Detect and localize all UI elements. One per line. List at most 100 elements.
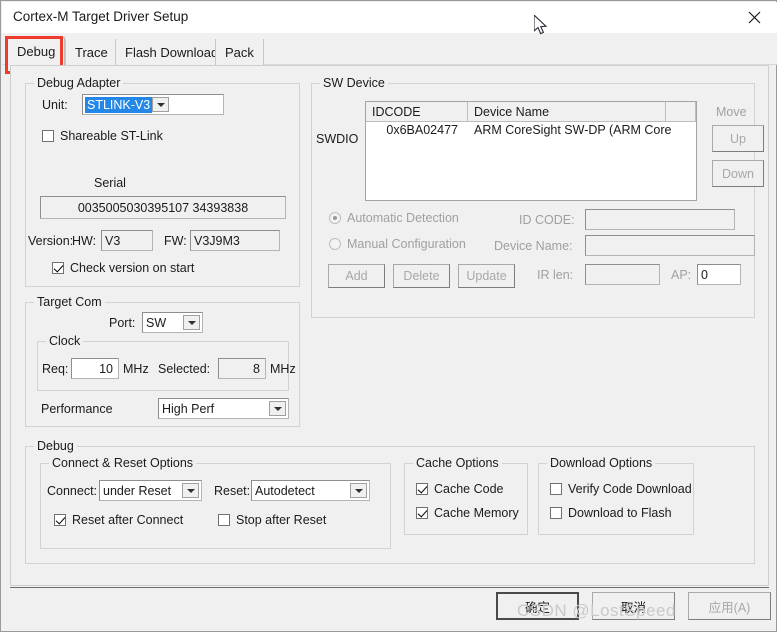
- close-icon[interactable]: [731, 2, 777, 32]
- port-label: Port:: [109, 316, 136, 330]
- device-name-field[interactable]: [585, 235, 755, 256]
- move-label: Move: [716, 105, 747, 119]
- sw-device-legend: SW Device: [320, 76, 388, 90]
- cache-code-label: Cache Code: [434, 482, 504, 496]
- connect-combobox[interactable]: under Reset: [99, 480, 202, 501]
- selected-clock-field: 8: [218, 358, 266, 379]
- column-header-device-name: Device Name: [468, 102, 666, 121]
- ir-len-label: IR len:: [537, 268, 574, 282]
- ir-len-field[interactable]: [585, 264, 660, 285]
- version-label: Version:: [28, 234, 74, 248]
- ok-button[interactable]: 确定: [496, 592, 579, 620]
- manual-configuration-radio[interactable]: Manual Configuration: [329, 237, 466, 251]
- connect-reset-legend: Connect & Reset Options: [49, 456, 197, 470]
- download-options-group: Download Options Verify Code Download Do…: [538, 456, 694, 535]
- reset-after-connect-checkbox-box: [54, 514, 66, 526]
- hw-version-field[interactable]: V3: [101, 230, 153, 251]
- chevron-down-icon[interactable]: [183, 315, 200, 330]
- table-row[interactable]: 0x6BA02477 ARM CoreSight SW-DP (ARM Core: [366, 123, 696, 143]
- debug-group-legend: Debug: [34, 439, 77, 453]
- port-value: SW: [146, 315, 167, 330]
- tab-content-debug: Debug Adapter Unit: STLINK-V3 Shareable …: [10, 65, 769, 586]
- update-button[interactable]: Update: [458, 264, 515, 288]
- chevron-down-icon[interactable]: [152, 97, 170, 112]
- move-up-button[interactable]: Up: [712, 125, 764, 152]
- cache-memory-checkbox[interactable]: Cache Memory: [416, 506, 519, 520]
- id-code-field[interactable]: [585, 209, 735, 230]
- shareable-stlink-checkbox-box: [42, 130, 54, 142]
- tab-trace[interactable]: Trace: [65, 39, 118, 65]
- performance-label: Performance: [41, 402, 113, 416]
- verify-code-download-checkbox[interactable]: Verify Code Download: [550, 482, 692, 496]
- performance-value: High Perf: [162, 401, 215, 416]
- delete-button[interactable]: Delete: [393, 264, 450, 288]
- automatic-detection-radio-dot: [329, 212, 341, 224]
- footer-divider: [10, 587, 769, 588]
- reset-after-connect-label: Reset after Connect: [72, 513, 184, 527]
- ap-field[interactable]: 0: [697, 264, 741, 285]
- stop-after-reset-label: Stop after Reset: [236, 513, 327, 527]
- check-version-on-start-label: Check version on start: [70, 261, 195, 275]
- tab-debug[interactable]: Debug: [7, 37, 66, 65]
- manual-configuration-label: Manual Configuration: [347, 237, 466, 251]
- chevron-down-icon[interactable]: [350, 483, 367, 498]
- column-header-idcode: IDCODE: [366, 102, 468, 121]
- reset-after-connect-checkbox[interactable]: Reset after Connect: [54, 513, 183, 527]
- shareable-stlink-checkbox[interactable]: Shareable ST-Link: [42, 129, 163, 143]
- fw-label: FW:: [164, 234, 187, 248]
- chevron-down-icon[interactable]: [269, 401, 286, 416]
- move-down-button[interactable]: Down: [712, 160, 764, 187]
- reset-label: Reset:: [214, 484, 251, 498]
- debug-group: Debug Connect & Reset Options Connect: u…: [25, 439, 755, 564]
- port-combobox[interactable]: SW: [142, 312, 203, 333]
- cancel-button[interactable]: 取消: [592, 592, 675, 620]
- download-to-flash-checkbox[interactable]: Download to Flash: [550, 506, 672, 520]
- unit-label: Unit:: [42, 98, 68, 112]
- download-to-flash-checkbox-box: [550, 507, 562, 519]
- cache-memory-label: Cache Memory: [434, 506, 519, 520]
- serial-label: Serial: [94, 176, 126, 190]
- fw-version-field[interactable]: V3J9M3: [190, 230, 280, 251]
- automatic-detection-radio[interactable]: Automatic Detection: [329, 211, 459, 225]
- clock-legend: Clock: [46, 334, 84, 348]
- add-button[interactable]: Add: [328, 264, 385, 288]
- chevron-down-icon[interactable]: [182, 483, 199, 498]
- serial-field[interactable]: 0035005030395107 34393838: [40, 196, 286, 219]
- selected-unit-label: MHz: [270, 362, 296, 376]
- manual-configuration-radio-dot: [329, 238, 341, 250]
- target-com-legend: Target Com: [34, 295, 105, 309]
- stop-after-reset-checkbox-box: [218, 514, 230, 526]
- check-version-on-start-checkbox-box: [52, 262, 64, 274]
- clock-group: Clock Req: 10 MHz Selected: 8 MHz: [37, 334, 296, 391]
- unit-combobox[interactable]: STLINK-V3: [82, 94, 224, 115]
- cache-code-checkbox-box: [416, 483, 428, 495]
- req-unit-label: MHz: [123, 362, 149, 376]
- performance-combobox[interactable]: High Perf: [158, 398, 289, 419]
- reset-value: Autodetect: [255, 483, 315, 498]
- req-clock-field[interactable]: 10: [71, 358, 119, 379]
- tab-flash-download[interactable]: Flash Download: [115, 39, 229, 65]
- check-version-on-start-checkbox[interactable]: Check version on start: [52, 261, 194, 275]
- debug-adapter-group: Debug Adapter Unit: STLINK-V3 Shareable …: [25, 76, 300, 287]
- shareable-stlink-label: Shareable ST-Link: [60, 129, 163, 143]
- stop-after-reset-checkbox[interactable]: Stop after Reset: [218, 513, 326, 527]
- apply-button[interactable]: 应用(A): [688, 592, 771, 620]
- req-label: Req:: [42, 362, 69, 376]
- download-to-flash-label: Download to Flash: [568, 506, 672, 520]
- cache-code-checkbox[interactable]: Cache Code: [416, 482, 504, 496]
- tab-pack[interactable]: Pack: [215, 39, 264, 65]
- verify-code-download-checkbox-box: [550, 483, 562, 495]
- reset-combobox[interactable]: Autodetect: [251, 480, 370, 501]
- download-options-legend: Download Options: [547, 456, 656, 470]
- sw-device-group: SW Device SWDIO IDCODE Device Name 0x6BA…: [311, 76, 764, 318]
- cache-options-group: Cache Options Cache Code Cache Memory: [404, 456, 528, 535]
- tab-bar: Debug Trace Flash Download Pack: [2, 33, 777, 65]
- device-name-label: Device Name:: [494, 239, 573, 253]
- connect-reset-options-group: Connect & Reset Options Connect: under R…: [40, 456, 391, 549]
- dialog-window: Cortex-M Target Driver Setup Debug Trace…: [0, 0, 777, 632]
- selected-label: Selected:: [158, 362, 211, 376]
- sw-device-table[interactable]: IDCODE Device Name 0x6BA02477 ARM CoreSi…: [365, 101, 697, 201]
- hw-label: HW:: [72, 234, 97, 248]
- title-bar: Cortex-M Target Driver Setup: [2, 2, 777, 33]
- swdio-label: SWDIO: [316, 132, 359, 146]
